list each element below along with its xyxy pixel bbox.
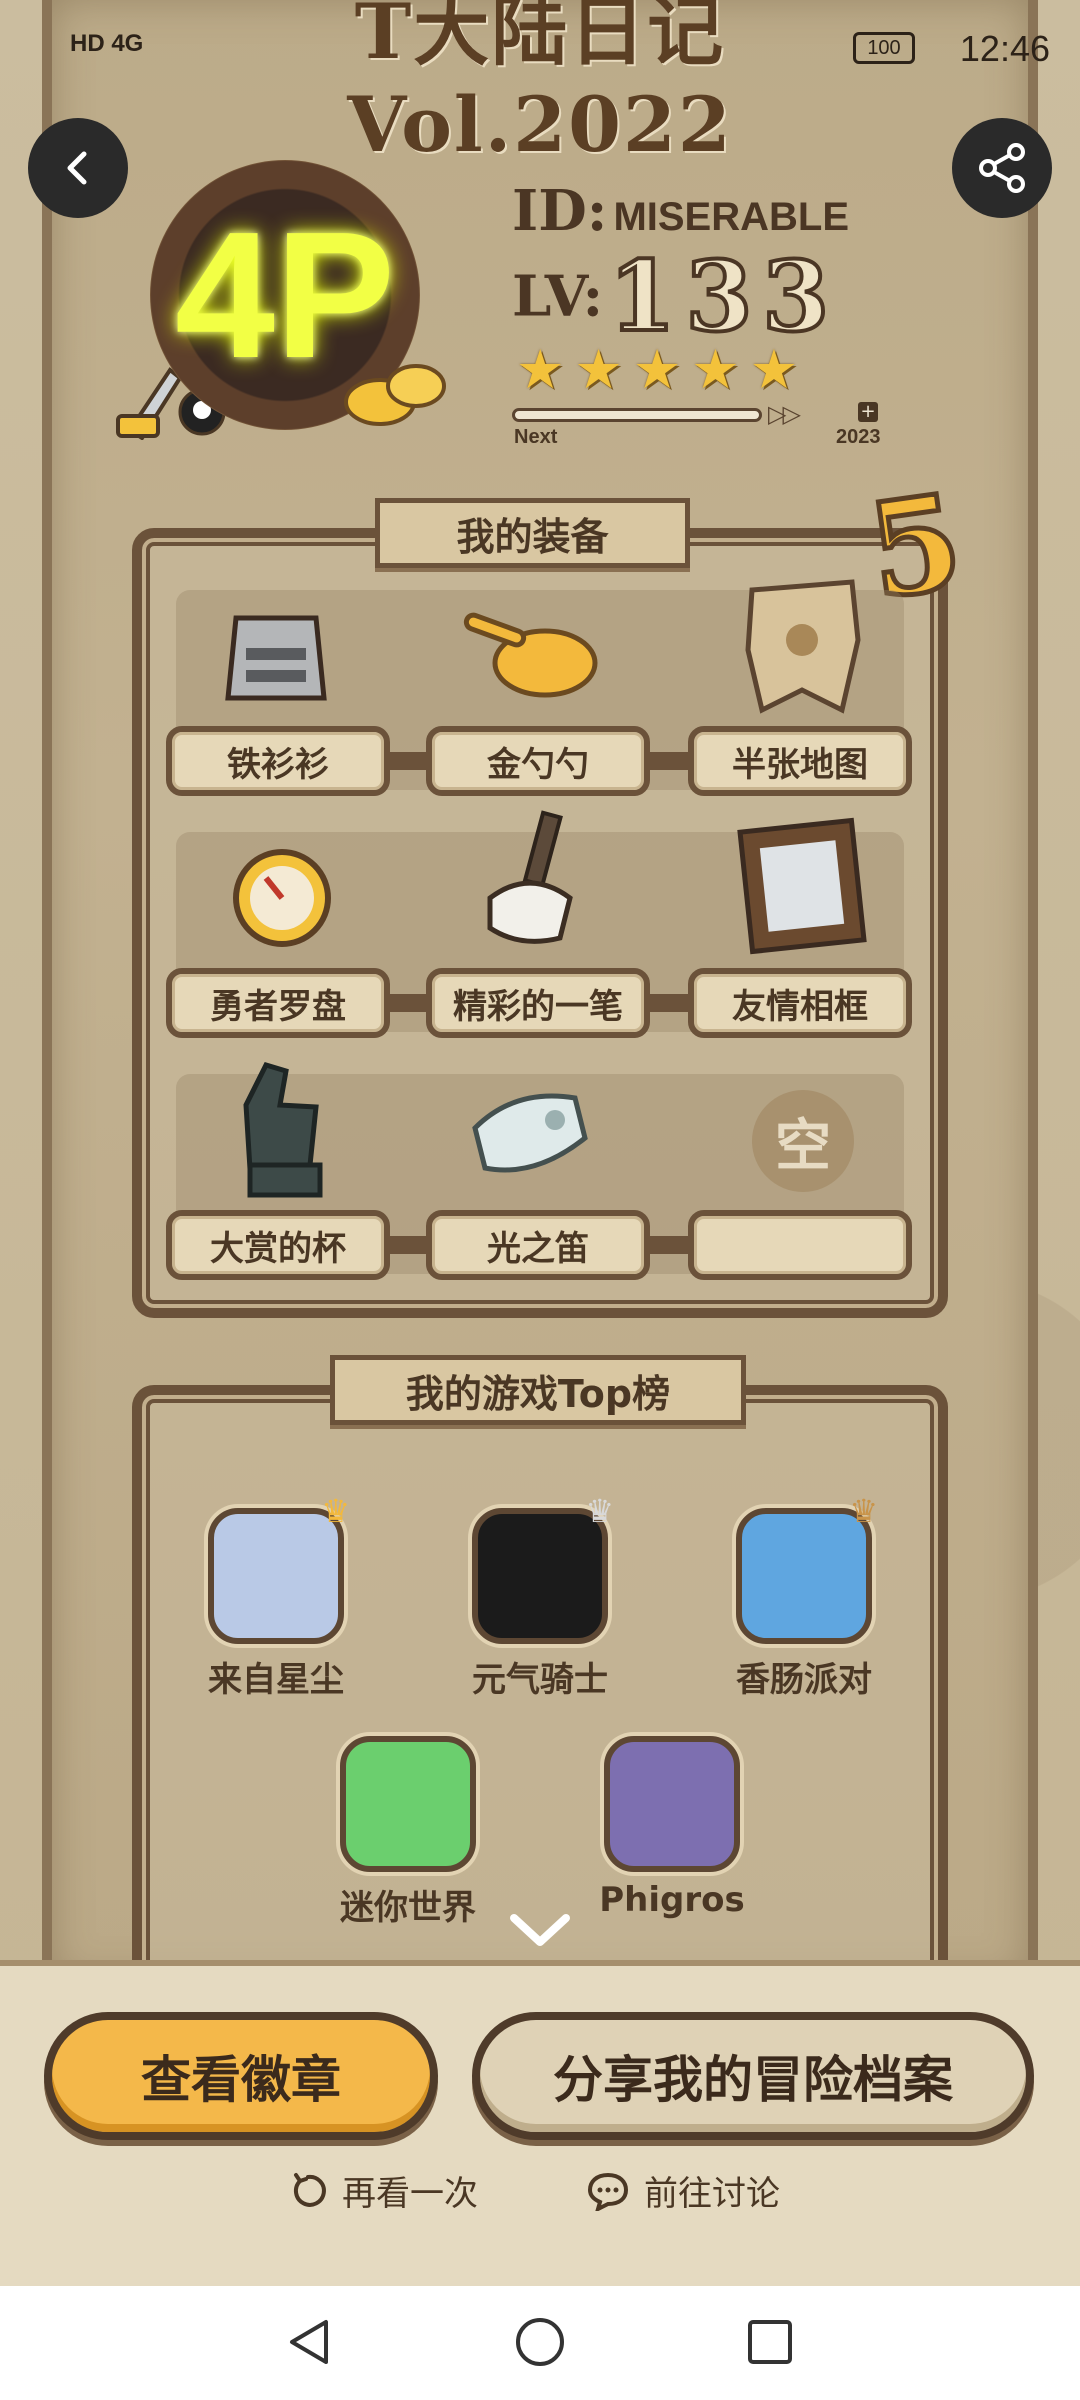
game-item[interactable]: Phigros	[562, 1736, 782, 1920]
chevron-left-icon	[67, 151, 87, 185]
plus-icon: +	[858, 402, 878, 422]
equipment-item[interactable]: 友情相框	[688, 968, 912, 1038]
equipment-empty-slot[interactable]	[688, 1210, 912, 1280]
equipment-title: 我的装备	[375, 498, 690, 568]
view-badge-button[interactable]: 查看徽章	[44, 2012, 438, 2140]
compass-icon	[196, 820, 356, 970]
clock: 12:46	[959, 28, 1050, 69]
year-label: 2023	[836, 426, 881, 448]
nav-recents-icon[interactable]	[742, 2314, 798, 2370]
game-item[interactable]: ♛ 香肠派对	[694, 1492, 914, 1701]
nav-back-icon[interactable]	[282, 2314, 338, 2370]
network-indicator: HD 4G	[70, 30, 144, 57]
equipment-item[interactable]: 铁衫衫	[166, 726, 390, 796]
discuss-link[interactable]: 前往讨论	[586, 2166, 780, 2215]
plate-connector	[388, 994, 428, 1012]
replay-link[interactable]: 再看一次	[288, 2166, 478, 2215]
equipment-item[interactable]: 半张地图	[688, 726, 912, 796]
plate-connector	[648, 1236, 688, 1254]
game-name: 香肠派对	[736, 1660, 872, 1700]
game-name: 迷你世界	[340, 1888, 476, 1928]
equipment-item[interactable]: 勇者罗盘	[166, 968, 390, 1038]
user-id: ID: MISERABLE	[512, 178, 849, 244]
equipment-item[interactable]: 大赏的杯	[166, 1210, 390, 1280]
whistle-icon	[450, 1058, 610, 1208]
game-name: 来自星尘	[208, 1660, 344, 1700]
status-bar: HD 4G 100 12:46	[0, 0, 1080, 100]
game-item[interactable]: ♛ 元气骑士	[430, 1492, 650, 1701]
empty-slot-icon: 空	[752, 1090, 854, 1192]
photo-frame-icon	[722, 812, 882, 962]
crown-icon: ♛	[585, 1492, 614, 1530]
game-item[interactable]: ♛ 来自星尘	[166, 1492, 386, 1701]
share-button[interactable]	[952, 118, 1052, 218]
game-item[interactable]: 迷你世界	[298, 1736, 518, 1929]
nav-home-icon[interactable]	[512, 2314, 568, 2370]
back-button[interactable]	[28, 118, 128, 218]
discuss-label: 前往讨论	[644, 2174, 780, 2214]
star-icon: ★	[749, 338, 799, 401]
coins-icon	[344, 364, 446, 426]
game-name: 元气骑士	[472, 1660, 608, 1700]
crown-icon: ♛	[849, 1492, 878, 1530]
golden-spoon-icon	[450, 578, 610, 728]
progress-arrows-icon: ▷▷	[768, 400, 801, 428]
replay-icon	[293, 2172, 326, 2207]
equipment-item[interactable]: 光之笛	[426, 1210, 650, 1280]
id-value: MISERABLE	[613, 195, 850, 239]
battery-icon: 100	[853, 32, 915, 64]
chat-bubble-icon	[587, 2172, 629, 2211]
system-nav-bar	[0, 2286, 1080, 2400]
game-icon	[604, 1736, 740, 1872]
plate-connector	[648, 994, 688, 1012]
equipment-item[interactable]: 精彩的一笔	[426, 968, 650, 1038]
thumbs-up-trophy-icon	[196, 1050, 356, 1200]
torn-map-icon	[722, 570, 882, 720]
star-icon: ★	[691, 338, 740, 401]
share-icon	[979, 143, 1025, 193]
plate-connector	[648, 752, 688, 770]
armor-icon	[196, 578, 356, 728]
replay-label: 再看一次	[342, 2174, 478, 2214]
game-name: Phigros	[599, 1880, 745, 1920]
star-rating: ★ ★ ★ ★ ★	[516, 338, 798, 401]
star-icon: ★	[632, 338, 682, 401]
plate-connector	[388, 1236, 428, 1254]
lv-label: LV:	[512, 263, 604, 330]
top-games-title: 我的游戏Top榜	[330, 1355, 746, 1425]
level-progress: ▷▷ +	[512, 400, 882, 428]
lv-value: 133	[607, 238, 840, 355]
plate-connector	[388, 752, 428, 770]
share-profile-button[interactable]: 分享我的冒险档案	[472, 2012, 1034, 2140]
game-icon	[340, 1736, 476, 1872]
crown-icon: ♛	[321, 1492, 350, 1530]
id-label: ID:	[512, 178, 608, 244]
progress-track	[512, 408, 762, 422]
user-level: LV: 133	[512, 238, 840, 355]
brush-icon	[450, 808, 610, 958]
equipment-item[interactable]: 金勺勺	[426, 726, 650, 796]
chevron-down-icon[interactable]	[506, 1910, 574, 1950]
star-icon: ★	[516, 338, 565, 401]
next-label: Next	[514, 426, 558, 448]
star-icon: ★	[574, 338, 623, 401]
